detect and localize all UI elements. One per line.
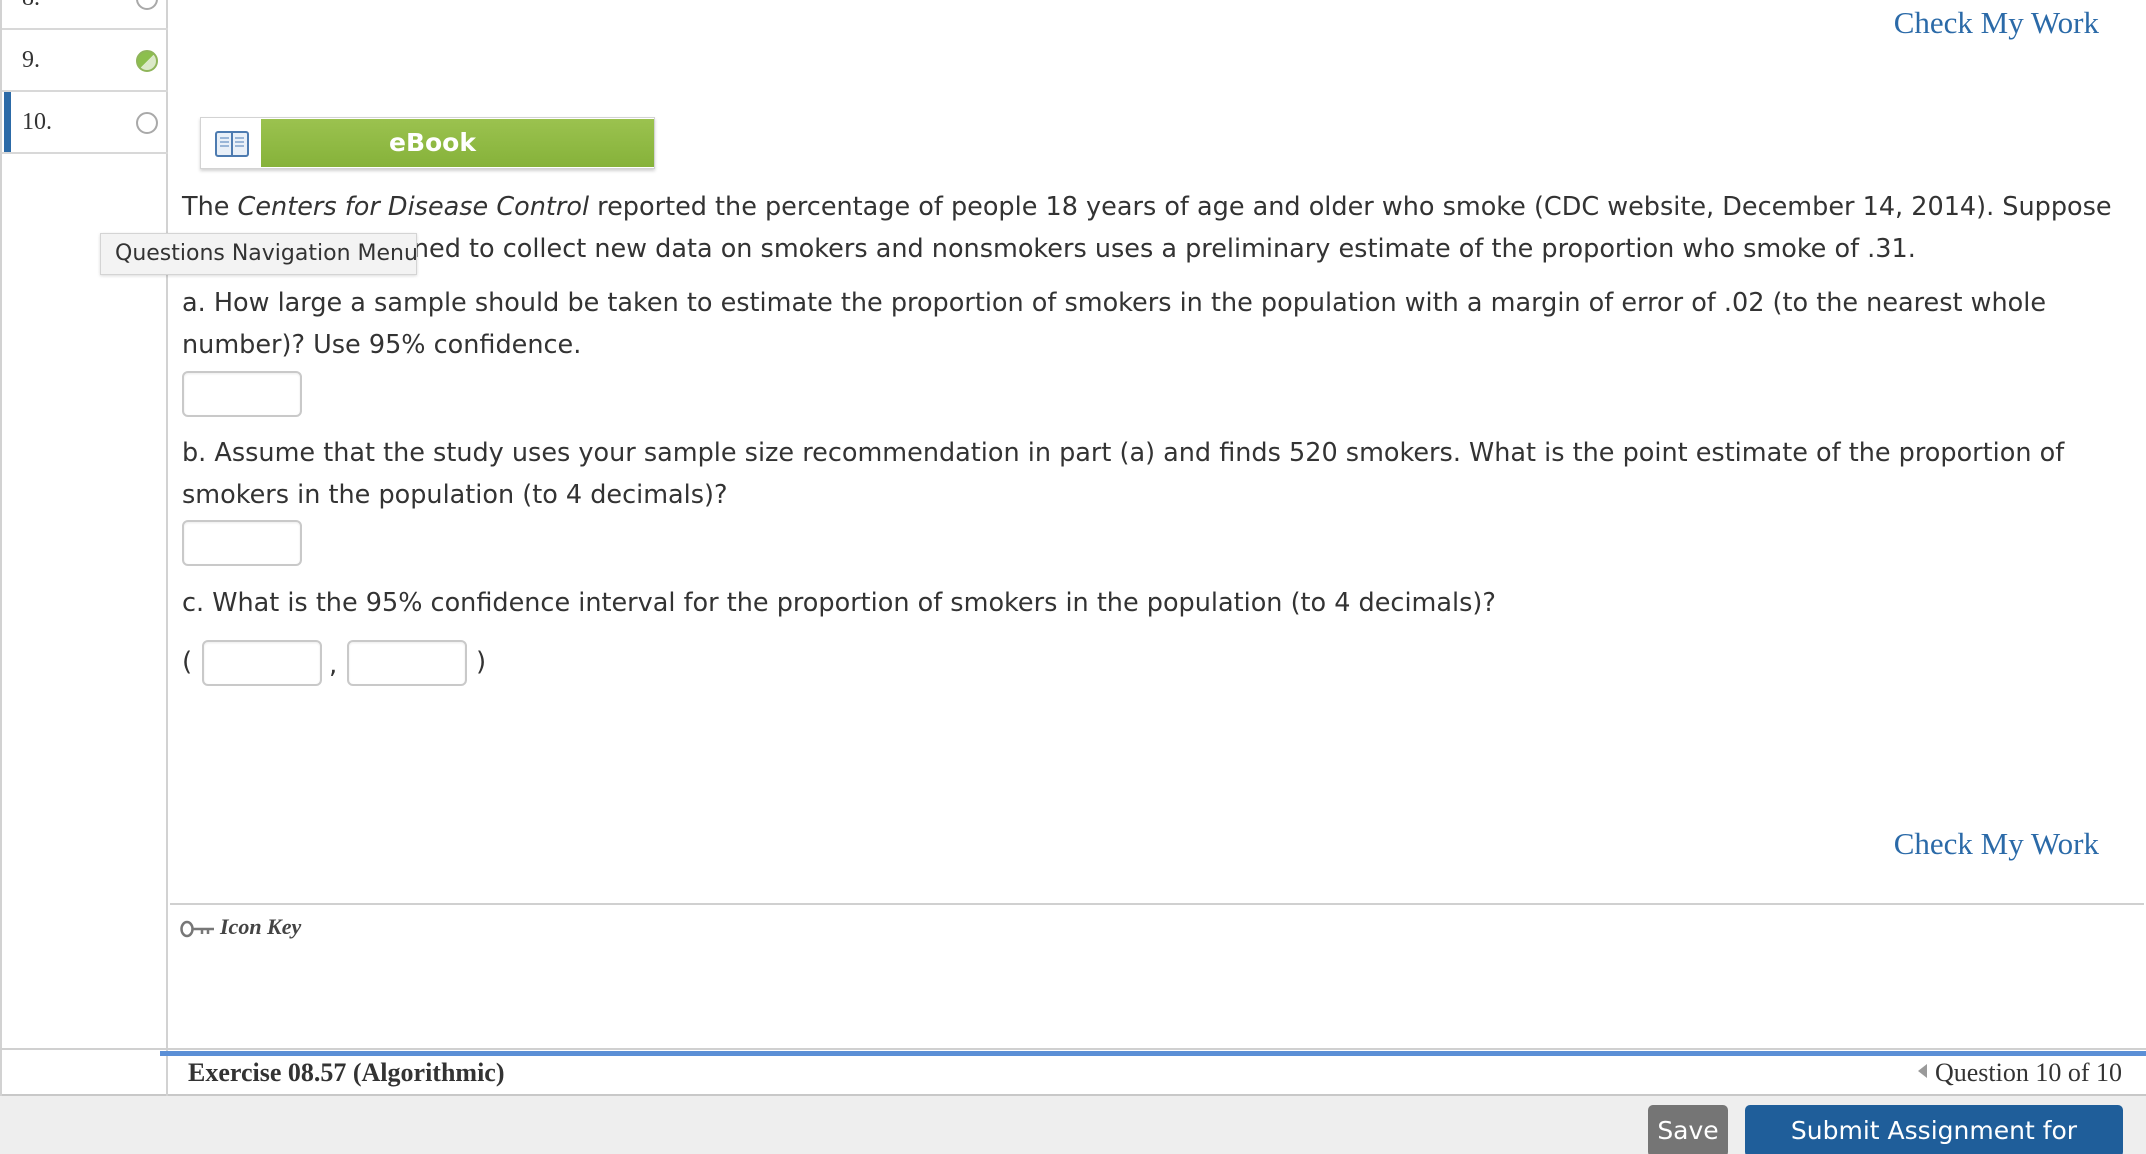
save-button[interactable]: Save [1648,1105,1728,1154]
ebook-label: eBook [261,119,654,167]
footer-accent-rule [160,1051,2146,1056]
unanswered-status-icon [136,112,158,134]
answer-input-part-a[interactable] [182,371,302,417]
question-part-b: b. Assume that the study uses your sampl… [182,438,2065,510]
interval-open-paren: ( [182,647,193,677]
nav-item-number: 8. [22,0,40,12]
question-part-a: a. How large a sample should be taken to… [182,288,2047,360]
exercise-title: Exercise 08.57 (Algorithmic) [188,1058,505,1087]
previous-arrow-icon[interactable] [1917,1064,1927,1078]
check-my-work-link-bottom[interactable]: Check My Work [1894,826,2099,862]
nav-item-number: 9. [22,47,40,73]
nav-item-question-10[interactable]: 10. [2,92,168,154]
key-icon [180,920,214,938]
answer-input-part-c-lower[interactable] [202,640,322,686]
submit-assignment-button[interactable]: Submit Assignment for Grading [1745,1105,2123,1154]
check-my-work-link-top[interactable]: Check My Work [1894,5,2099,41]
book-icon [215,131,249,157]
intro-source-name: Centers for Disease Control [237,192,590,222]
nav-column-footer [0,1050,168,1096]
question-part-c: c. What is the 95% confidence interval f… [182,588,1496,618]
answer-input-part-c-upper[interactable] [347,640,467,686]
interval-comma: , [329,650,338,680]
bottom-toolbar: Save Submit Assignment for Grading [0,1096,2146,1154]
question-position-label: Question 10 of 10 [1934,1058,2122,1087]
questions-navigation: 8. 9. 10. [0,0,168,1096]
questions-navigation-tooltip: Questions Navigation Menu [100,233,418,275]
intro-text-start: The [182,192,238,222]
nav-item-question-9[interactable]: 9. [2,30,168,92]
partial-status-icon [136,50,158,72]
nav-item-question-8[interactable]: 8. [2,0,168,30]
unanswered-status-icon [136,0,158,10]
interval-close-paren: ) [476,647,487,677]
nav-item-number: 10. [22,109,52,135]
question-intro: The Centers for Disease Control reported… [182,186,2132,270]
icon-key-label: Icon Key [220,914,302,939]
answer-input-part-b[interactable] [182,520,302,566]
question-position[interactable]: Question 10 of 10 [1917,1058,2122,1088]
ebook-button[interactable]: eBook [200,117,655,169]
content-divider [170,903,2144,905]
icon-key-link[interactable]: Icon Key [180,914,301,940]
